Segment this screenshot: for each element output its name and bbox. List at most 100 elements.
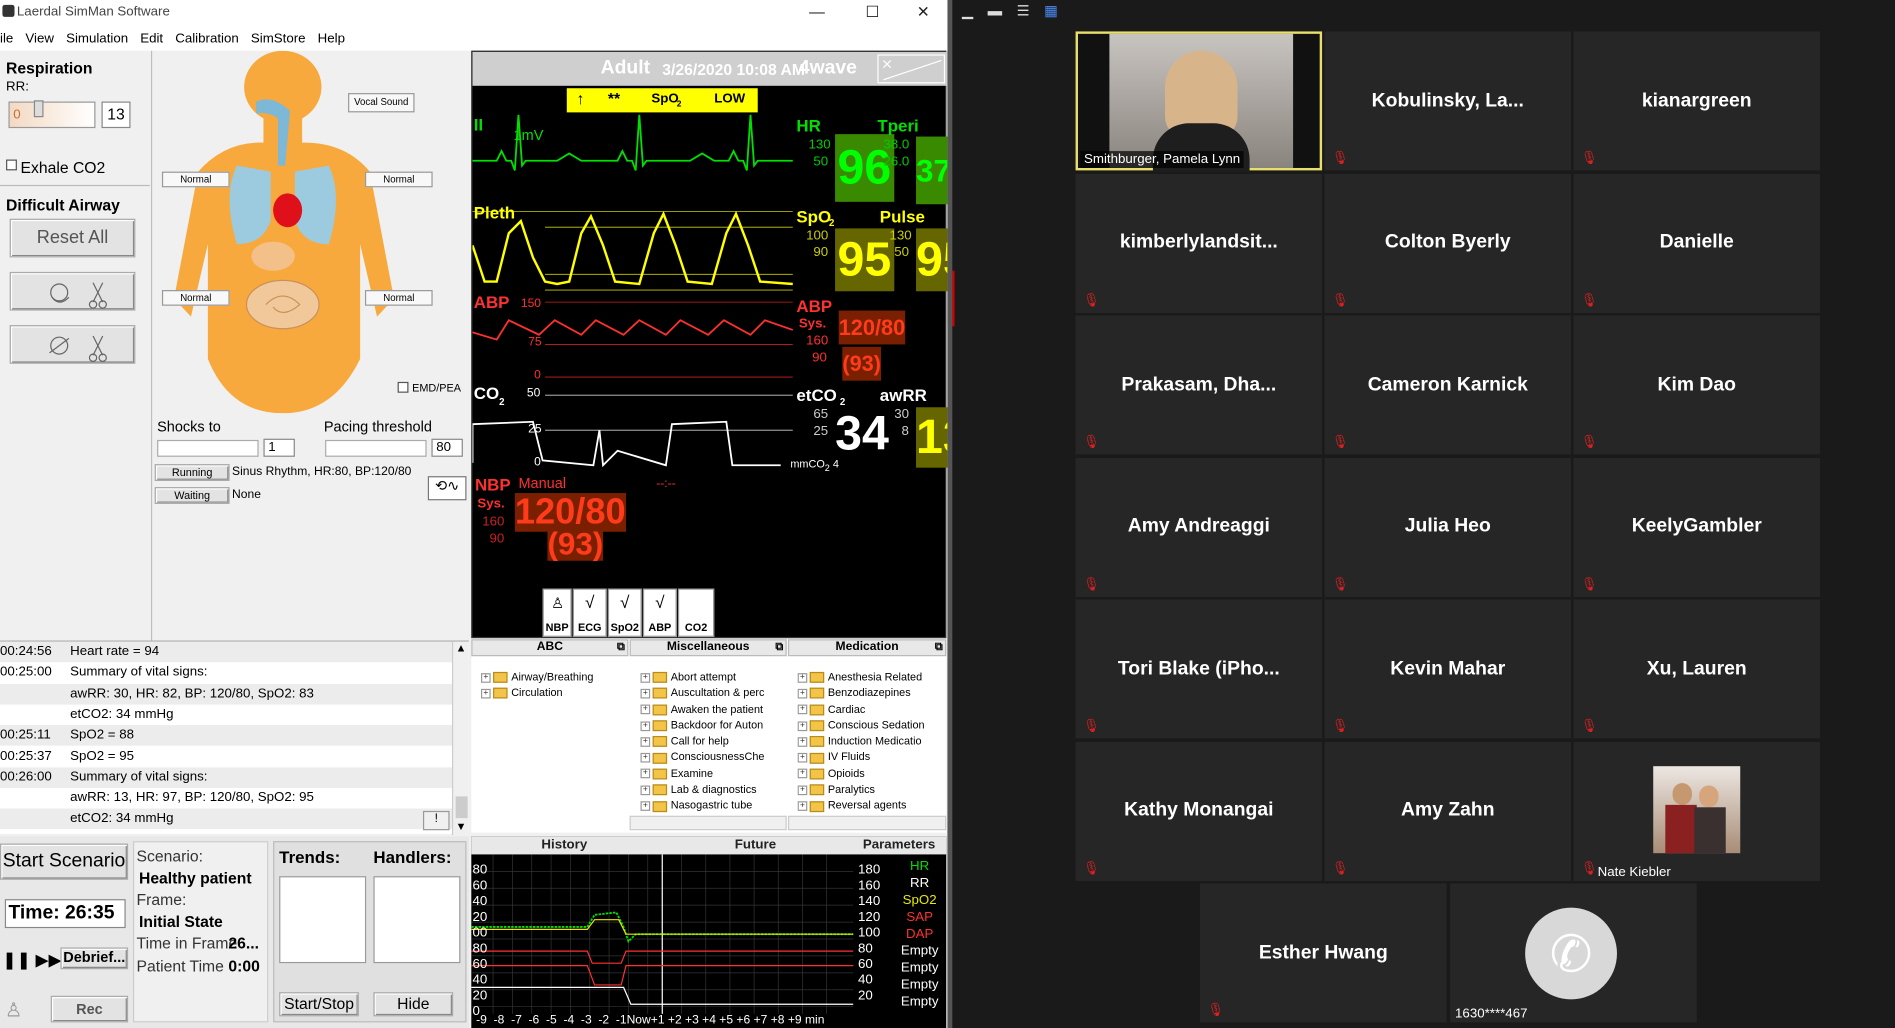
reset-all-button[interactable]: Reset All bbox=[9, 218, 136, 258]
expand-icon[interactable]: + bbox=[797, 672, 808, 683]
log-scrollbar[interactable]: ▲ ▼ bbox=[451, 641, 469, 836]
gallery-view-icon[interactable]: ▦ bbox=[1044, 2, 1058, 19]
co2-toggle-button[interactable]: CO2 bbox=[677, 588, 715, 637]
menu-calibration[interactable]: Calibration bbox=[175, 27, 239, 51]
trend-param-rr[interactable]: RR bbox=[894, 875, 945, 892]
bowel-right-status[interactable]: Normal bbox=[364, 290, 433, 306]
expand-icon[interactable]: + bbox=[640, 720, 651, 731]
expand-icon[interactable]: + bbox=[640, 785, 651, 795]
popout-icon[interactable]: ⧉ bbox=[935, 641, 943, 654]
tree-item[interactable]: + Induction Medicatio bbox=[797, 735, 929, 751]
menu-file[interactable]: ile bbox=[0, 27, 13, 51]
tree-item[interactable]: + Conscious Sedation bbox=[797, 719, 929, 735]
exhale-checkbox[interactable] bbox=[6, 159, 17, 171]
participant-tile[interactable]: Xu, Lauren 🎙 bbox=[1573, 599, 1821, 739]
participant-tile[interactable]: kianargreen 🎙 bbox=[1573, 31, 1821, 171]
pacing-value[interactable]: 80 bbox=[431, 438, 463, 457]
tree-item[interactable]: + IV Fluids bbox=[797, 751, 929, 767]
participant-tile[interactable]: Smithburger, Pamela Lynn bbox=[1075, 31, 1323, 172]
participant-tile[interactable]: Prakasam, Dha... 🎙 bbox=[1075, 315, 1323, 455]
expand-icon[interactable]: + bbox=[797, 753, 808, 763]
menu-simstore[interactable]: SimStore bbox=[251, 27, 306, 51]
trend-param-dap[interactable]: DAP bbox=[894, 926, 945, 943]
participant-tile[interactable]: Kobulinsky, La... 🎙 bbox=[1324, 31, 1572, 171]
med-hscrollbar[interactable] bbox=[787, 815, 947, 831]
trend-param-spo2[interactable]: SpO2 bbox=[894, 892, 945, 909]
start-stop-button[interactable]: Start/Stop bbox=[279, 992, 359, 1017]
trend-param-empty[interactable]: Empty bbox=[894, 960, 945, 977]
trends-list[interactable] bbox=[279, 876, 367, 964]
misc-hscrollbar[interactable] bbox=[629, 815, 787, 831]
participant-tile[interactable]: Amy Zahn 🎙 bbox=[1324, 741, 1572, 881]
trend-param-empty[interactable]: Empty bbox=[894, 943, 945, 960]
maximize-button[interactable]: ☐ bbox=[858, 2, 887, 21]
trend-param-hr[interactable]: HR bbox=[894, 858, 945, 875]
record-button[interactable]: Rec bbox=[50, 995, 129, 1023]
expand-icon[interactable]: + bbox=[797, 769, 808, 779]
participant-tile[interactable]: Danielle 🎙 bbox=[1573, 173, 1821, 313]
spo2-toggle-button[interactable]: √ SpO2 bbox=[607, 588, 642, 637]
tree-item[interactable]: + Auscultation & perc bbox=[640, 687, 772, 703]
menu-edit[interactable]: Edit bbox=[140, 27, 163, 51]
tree-item[interactable]: + Reversal agents bbox=[797, 799, 929, 815]
expand-icon[interactable]: + bbox=[480, 672, 491, 683]
running-rhythm-button[interactable]: Running rhythm bbox=[154, 464, 230, 481]
tree-item[interactable]: + Anesthesia Related bbox=[797, 671, 929, 687]
expand-icon[interactable]: + bbox=[797, 720, 808, 731]
participant-tile[interactable]: ✆ 1630****467 bbox=[1450, 883, 1697, 1023]
tree-item[interactable]: + Cardiac bbox=[797, 703, 929, 719]
abp-toggle-button[interactable]: √ ABP bbox=[642, 588, 677, 637]
pause-icon[interactable]: ❚❚ bbox=[2, 950, 30, 969]
participant-tile[interactable]: Colton Byerly 🎙 bbox=[1324, 173, 1572, 313]
airway-toggle-button-2[interactable] bbox=[9, 325, 136, 364]
ecg-toggle-button[interactable]: √ ECG bbox=[572, 588, 607, 637]
tree-item[interactable]: + Call for help bbox=[640, 735, 772, 751]
tree-item[interactable]: + Examine bbox=[640, 767, 772, 783]
rr-value[interactable]: 13 bbox=[101, 101, 131, 129]
stack-icon[interactable]: ☰ bbox=[1017, 2, 1030, 19]
tree-item[interactable]: + ConsciousnessChe bbox=[640, 751, 772, 767]
nbp-toggle-button[interactable]: ♙ NBP bbox=[542, 588, 572, 637]
rr-slider-thumb[interactable] bbox=[33, 100, 44, 118]
tree-item[interactable]: + Airway/Breathing bbox=[480, 671, 593, 687]
lung-right-status[interactable]: Normal bbox=[364, 171, 433, 188]
emd-pea-checkbox[interactable] bbox=[397, 381, 409, 393]
log-scroll-thumb[interactable] bbox=[455, 796, 468, 819]
trend-param-empty[interactable]: Empty bbox=[894, 993, 945, 1010]
fast-forward-icon[interactable]: ▶▶ bbox=[35, 950, 61, 969]
tree-item[interactable]: + Paralytics bbox=[797, 783, 929, 799]
popout-icon[interactable]: ⧉ bbox=[775, 641, 783, 654]
abc-panel-header[interactable]: ABC ⧉ bbox=[471, 639, 629, 657]
tree-item[interactable]: + Backdoor for Auton bbox=[640, 719, 772, 735]
lung-left-status[interactable]: Normal bbox=[161, 171, 230, 188]
tree-item[interactable]: + Nasogastric tube bbox=[640, 799, 772, 815]
expand-icon[interactable]: + bbox=[640, 688, 651, 699]
expand-icon[interactable]: + bbox=[480, 688, 491, 699]
med-panel-header[interactable]: Medication ⧉ bbox=[787, 639, 947, 657]
minimize-button[interactable]: — bbox=[802, 2, 831, 20]
participant-tile[interactable]: Kevin Mahar 🎙 bbox=[1324, 599, 1572, 739]
expand-icon[interactable]: + bbox=[640, 736, 651, 747]
participant-tile[interactable]: KeelyGambler 🎙 bbox=[1573, 457, 1821, 597]
log-alert-button[interactable]: ! bbox=[422, 810, 450, 831]
minimize-icon[interactable]: ▁ bbox=[962, 2, 973, 19]
expand-icon[interactable]: + bbox=[640, 672, 651, 683]
participant-tile[interactable]: Tori Blake (iPho... 🎙 bbox=[1075, 599, 1323, 739]
tree-item[interactable]: + Benzodiazepines bbox=[797, 687, 929, 703]
start-scenario-button[interactable]: Start Scenario bbox=[0, 843, 129, 880]
shocks-slider[interactable] bbox=[157, 439, 259, 457]
expand-icon[interactable]: + bbox=[640, 769, 651, 779]
participant-tile[interactable]: Kim Dao 🎙 bbox=[1573, 315, 1821, 455]
menu-simulation[interactable]: Simulation bbox=[66, 27, 128, 51]
participant-tile[interactable]: Cameron Karnick 🎙 bbox=[1324, 315, 1572, 455]
bowel-left-status[interactable]: Normal bbox=[161, 290, 230, 306]
trend-param-empty[interactable]: Empty bbox=[894, 976, 945, 993]
popout-icon[interactable]: ⧉ bbox=[617, 641, 625, 654]
debrief-button[interactable]: Debrief... bbox=[60, 947, 129, 970]
tree-item[interactable]: + Lab & diagnostics bbox=[640, 783, 772, 799]
expand-icon[interactable]: + bbox=[797, 785, 808, 795]
airway-toggle-button-1[interactable] bbox=[9, 271, 136, 311]
close-button[interactable]: ✕ bbox=[909, 2, 938, 21]
participant-tile[interactable]: Julia Heo 🎙 bbox=[1324, 457, 1572, 597]
expand-icon[interactable]: + bbox=[640, 704, 651, 715]
